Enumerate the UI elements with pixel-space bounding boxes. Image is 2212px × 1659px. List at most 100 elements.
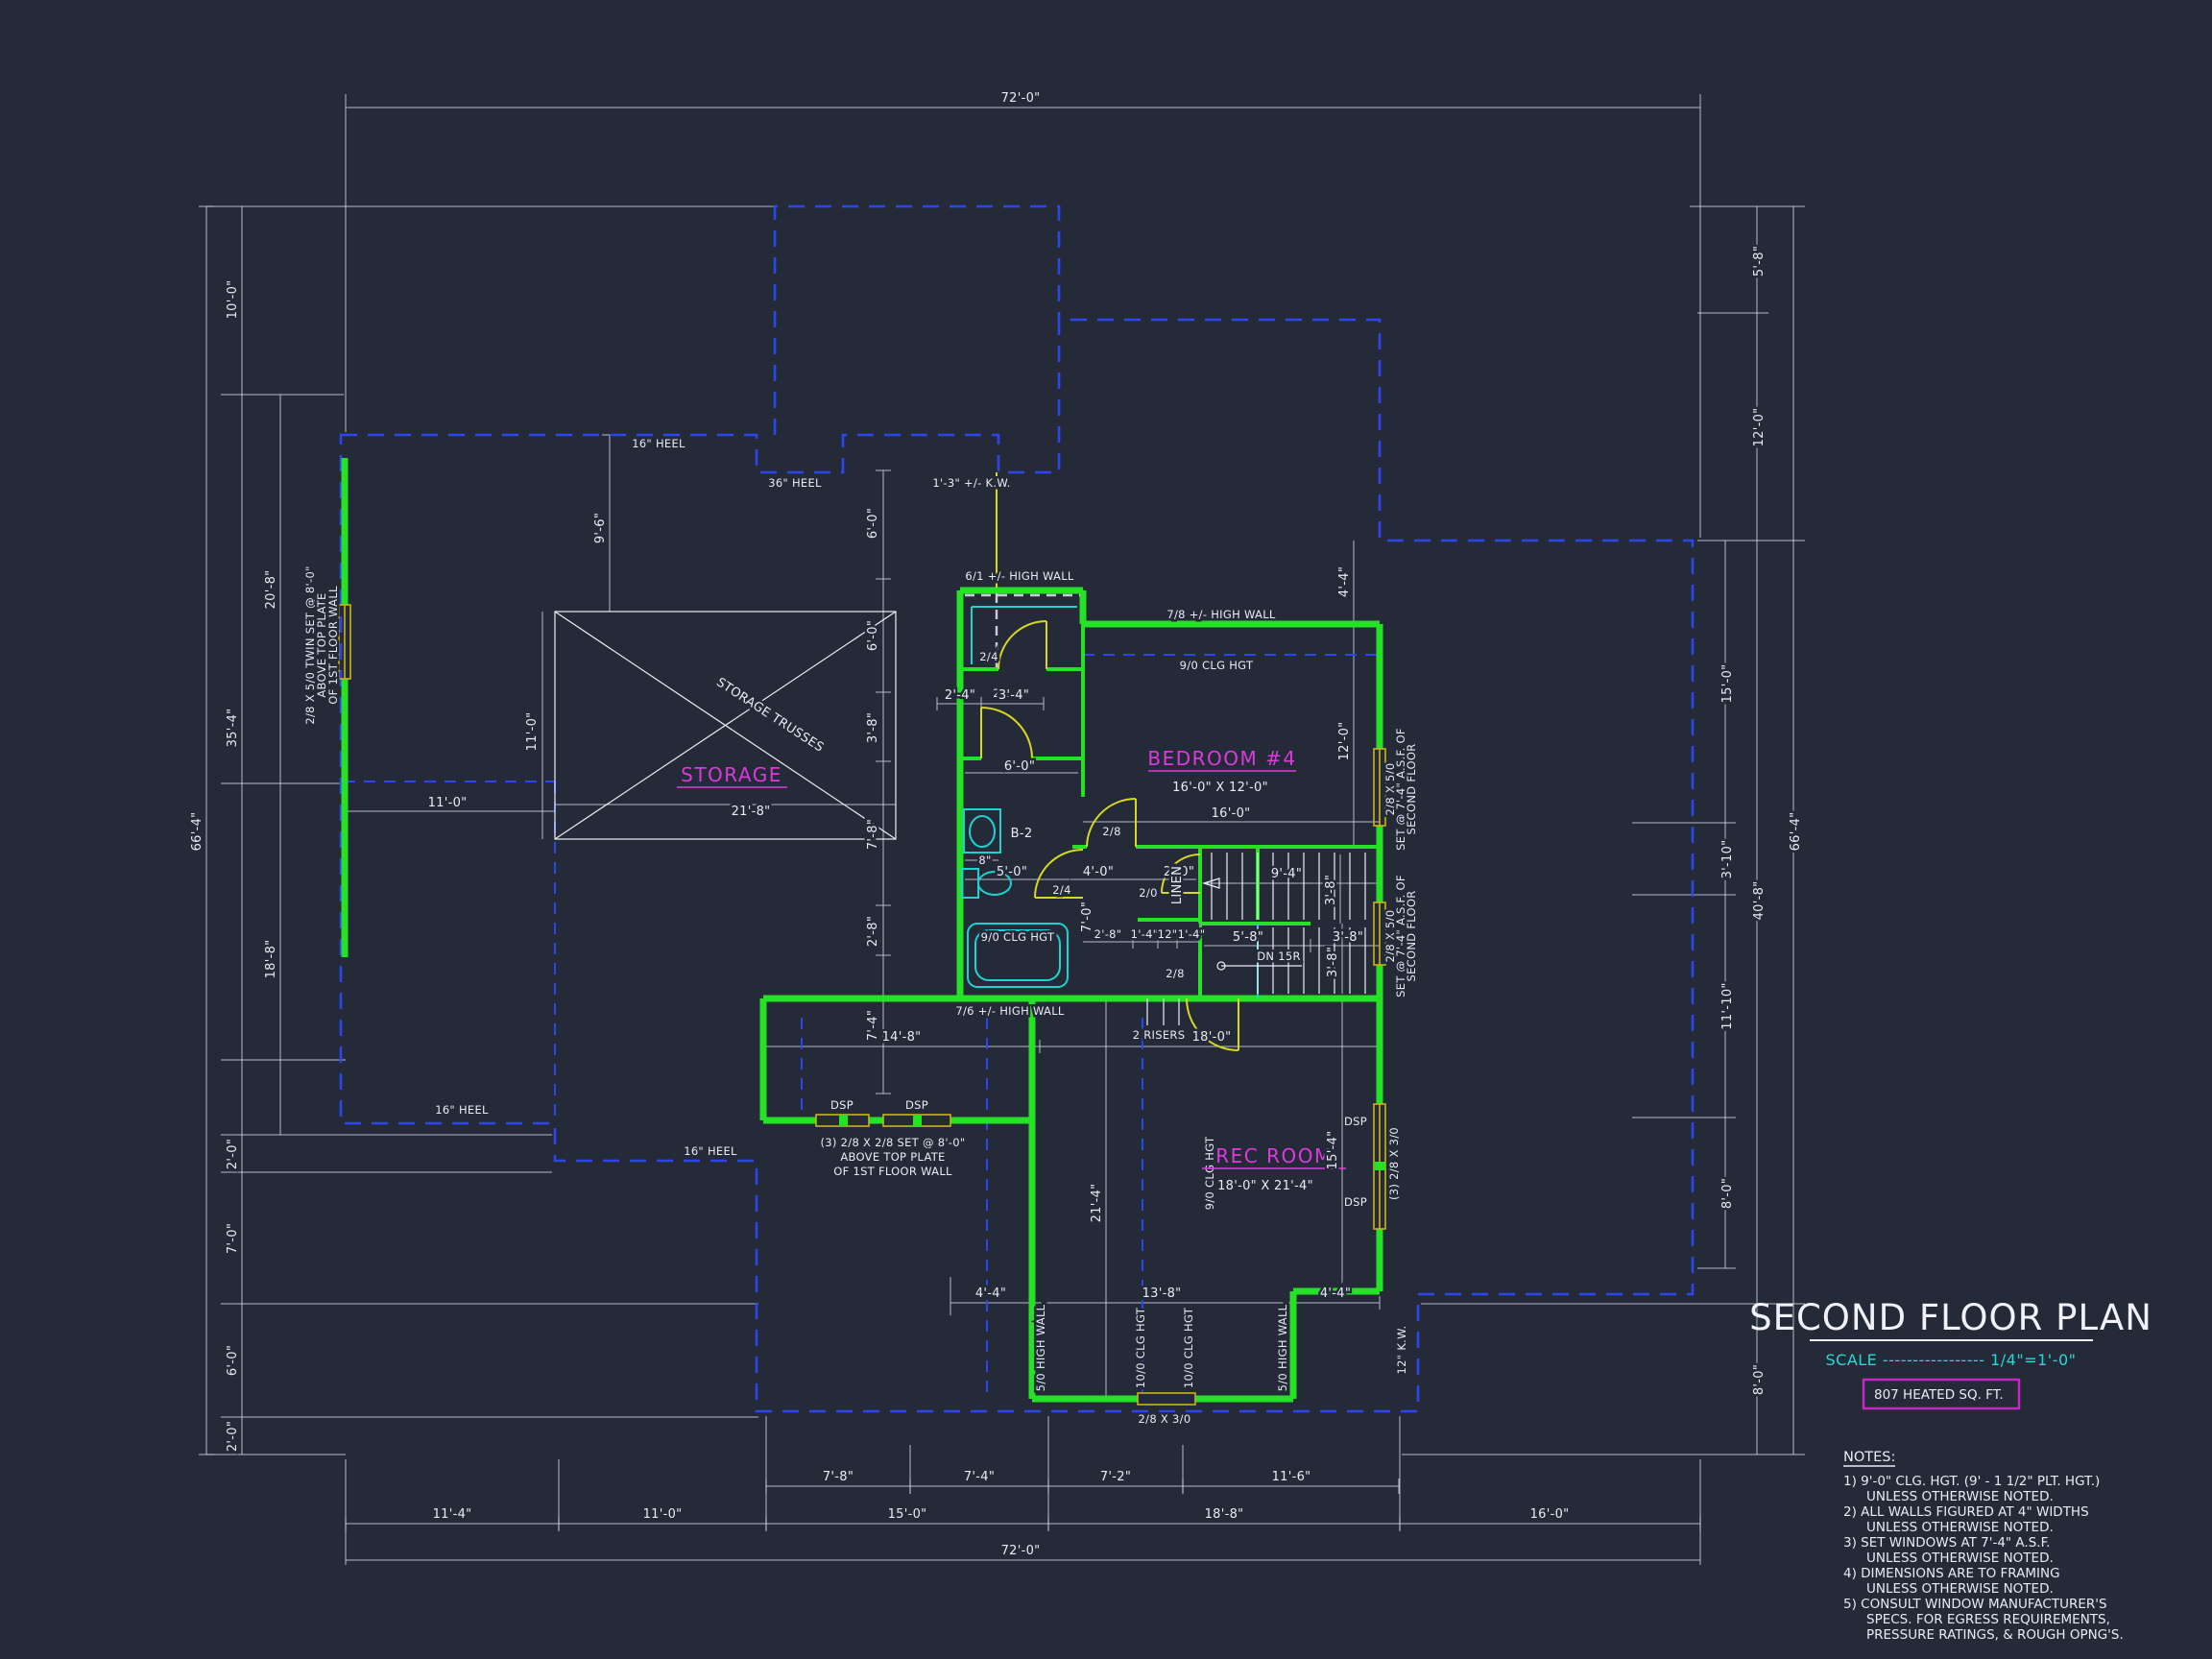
outer-dimension-labels: 72'-0" 7'-8" 7'-4" 7'-2" 11'-6" 11'-4" 1… [190,91,1803,1558]
dim-mid-2: 3'-8" [866,712,880,743]
note-line-8: 5) CONSULT WINDOW MANUFACTURER'S [1843,1597,2107,1612]
note-line-1: UNLESS OTHERWISE NOTED. [1866,1489,2054,1504]
dim-hall-height: 7'-0" [1080,902,1094,932]
stairs-risers-label: 2 RISERS [1133,1028,1186,1042]
notes-block: NOTES: 1) 9'-0" CLG. HGT. (9' - 1 1/2" P… [1843,1450,2124,1643]
dim-mid-0: 6'-0" [866,508,880,539]
door-tag-28c: 2/8 [1166,967,1184,980]
note-line-9: SPECS. FOR EGRESS REQUIREMENTS, [1866,1612,2110,1627]
drawing-title: SECOND FLOOR PLAN [1749,1297,2152,1338]
clg-100b-note: 10/0 CLG HGT [1182,1307,1195,1388]
dim-wing-width: 14'-8" [882,1030,922,1045]
dim-hallrow-1: 1'-4" [1131,927,1159,941]
dim-rec-bottom-2: 4'-4" [1320,1286,1351,1301]
dim-hall-0: 2'-4" [945,688,975,703]
note-line-7: UNLESS OTHERWISE NOTED. [1866,1581,2054,1597]
bath-room-label: B-2 [1011,827,1033,841]
dsp-label-a: DSP [830,1098,854,1112]
high-wall-78-note: 7/8 +/- HIGH WALL [1166,608,1276,621]
dim-storage-left: 11'-0" [428,796,468,810]
mid-column-labels: 6'-0" 6'-0" 3'-8" 7'-8" 2'-8" 7'-4" [866,508,880,1041]
roof-notes-labels: 16" HEEL 36" HEEL 1'-3" +/- K.W. 16" HEE… [435,437,1010,1158]
dim-bottom-sub-3: 11'-6" [1272,1470,1311,1484]
dim-bottom-main-0: 11'-4" [433,1507,472,1522]
note-line-4: 3) SET WINDOWS AT 7'-4" A.S.F. [1843,1535,2050,1551]
walls [345,458,1380,1399]
door-tag-24a: 2/4 [979,650,998,663]
bath-hall-labels: 6/1 +/- HIGH WALL 2/4 2/8 2'-4" 3'-4" 6'… [945,569,1206,1018]
dim-left-col-6: 6'-0" [226,1345,240,1376]
dim-bottom-main-2: 15'-0" [888,1507,927,1522]
heel-note-d: 16" HEEL [684,1144,737,1158]
heel-note-b: 36" HEEL [768,476,822,490]
dim-hallrow-3: 1'-4" [1178,927,1206,941]
dim-right-col-3: 8'-0" [1752,1364,1767,1395]
door-tag-28b: 2/8 [1102,825,1120,838]
dim-mid-4: 2'-8" [866,916,880,947]
wing-window-note-0: (3) 2/8 X 2/8 SET @ 8'-0" [821,1136,966,1149]
rec-clg-note: 9/0 CLG HGT [1203,1136,1216,1210]
note-line-10: PRESSURE RATINGS, & ROUGH OPNG'S. [1866,1627,2124,1643]
dim-right-col-0: 5'-8" [1752,246,1767,276]
dim-storage-width: 21'-8" [732,805,771,819]
bedroom-room-label: BEDROOM #4 [1147,747,1296,770]
dim-right-inner-2: 11'-10" [1720,982,1735,1029]
rec-room-label: REC ROOM [1215,1144,1333,1167]
dim-left-col-2: 35'-4" [226,709,240,748]
door-tag-24b: 2/4 [1052,883,1070,897]
dim-bottom-sub-2: 7'-2" [1100,1470,1131,1484]
bedroom-labels: 7/8 +/- HIGH WALL 9/0 CLG HGT BEDROOM #4… [1102,566,1352,838]
dim-bottom-total: 72'-0" [1001,1544,1041,1558]
dim-left-outer: 66'-4" [190,812,204,852]
dim-stair-top: 9'-4" [1271,867,1302,881]
dim-bottom-sub-1: 7'-4" [964,1470,995,1484]
dim-mid-1: 6'-0" [866,620,880,651]
dim-rec-top: 18'-0" [1192,1030,1232,1045]
rec-size-label: 18'-0" X 21'-4" [1217,1179,1313,1193]
kneewall-12-note: 12" K.W. [1395,1326,1408,1375]
dim-right-inner-0: 15'-0" [1720,664,1735,704]
dim-rec-bottom-1: 13'-8" [1142,1286,1182,1301]
dim-bath-0: 5'-0" [997,865,1027,879]
rec-room-labels: 14'-8" 18'-0" 21'-4" 9/0 CLG HGT REC ROO… [882,1030,1408,1391]
heel-note-c: 16" HEEL [435,1103,489,1117]
dim-left-col-5: 7'-0" [226,1223,240,1254]
heated-area-label: 807 HEATED SQ. FT. [1874,1387,2004,1403]
clg-100a-note: 10/0 CLG HGT [1134,1307,1147,1388]
note-line-5: UNLESS OTHERWISE NOTED. [1866,1551,2054,1566]
dim-mid-5: 7'-4" [866,1010,880,1041]
notes-heading: NOTES: [1843,1450,1895,1465]
note-line-3: UNLESS OTHERWISE NOTED. [1866,1520,2054,1535]
wing-window-note-1: ABOVE TOP PLATE [840,1150,945,1164]
dim-stair-bottom: 3'-8" [1333,930,1363,945]
dim-bottom-main-4: 16'-0" [1530,1507,1570,1522]
rec-right-window-note: (3) 2/8 X 3/0 [1387,1127,1401,1200]
right-window-note-b2: SECOND FLOOR [1405,890,1418,981]
dim-hallrow-2: 12" [1158,927,1178,941]
dim-mid-3: 7'-8" [866,819,880,850]
left-window-note-2: OF 1ST FLOOR WALL [326,586,340,705]
high-wall-50b-note: 5/0 HIGH WALL [1276,1304,1289,1391]
dim-stair-r2: 3'-8" [1326,947,1340,977]
dim-right-inner-3: 8'-0" [1720,1178,1735,1209]
dim-bedroom-height: 12'-0" [1337,722,1352,761]
dim-bottom-main-3: 18'-8" [1205,1507,1244,1522]
storage-labels: STORAGE TRUSSES STORAGE 21'-8" 11'-0" 11… [428,513,827,819]
door-tag-20: 2/0 [1139,886,1157,900]
high-wall-61-note: 6/1 +/- HIGH WALL [965,569,1074,583]
dim-stair-left: 5'-8" [1233,930,1263,945]
dim-right-outer: 66'-4" [1789,812,1803,852]
dim-storage-height: 11'-0" [525,712,540,752]
tub-clg-note: 9/0 CLG HGT [981,930,1055,944]
wing-window-note-2: OF 1ST FLOOR WALL [833,1165,952,1178]
dim-hallrow-0: 2'-8" [1094,927,1122,941]
note-line-2: 2) ALL WALLS FIGURED AT 4" WIDTHS [1843,1504,2089,1520]
dim-rec-height: 21'-4" [1090,1184,1104,1223]
dim-right-col-2: 40'-8" [1752,881,1767,921]
dimension-lines [199,94,1805,1565]
dim-bottom-sub-0: 7'-8" [823,1470,854,1484]
dim-left-col-7: 2'-0" [226,1421,240,1452]
note-line-6: 4) DIMENSIONS ARE TO FRAMING [1843,1566,2060,1581]
stairs-dn-label: DN 15R [1257,950,1301,963]
heel-note-a: 16" HEEL [632,437,685,450]
